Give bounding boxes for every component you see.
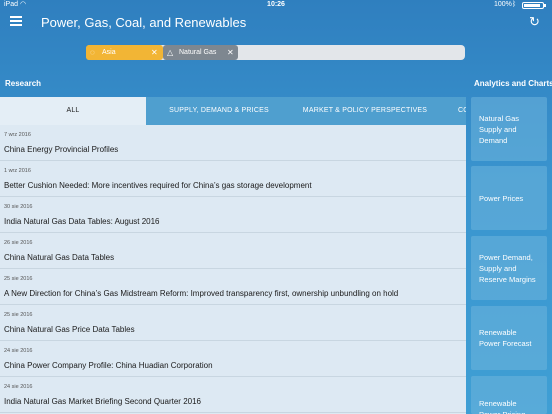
item-title: China Power Company Profile: China Huadi… <box>4 361 213 370</box>
item-title: China Energy Provincial Profiles <box>4 145 119 154</box>
list-item[interactable]: 1 wrz 2016 Better Cushion Needed: More i… <box>0 161 466 197</box>
analytics-heading: Analytics and Charts <box>474 79 552 88</box>
tab-bar: ALL SUPPLY, DEMAND & PRICES MARKET & POL… <box>0 97 466 125</box>
close-icon[interactable]: ✕ <box>151 45 158 60</box>
item-title: China Natural Gas Price Data Tables <box>4 325 135 334</box>
research-list: 7 wrz 2016 China Energy Provincial Profi… <box>0 125 466 413</box>
item-date: 7 wrz 2016 <box>4 132 31 138</box>
hamburger-menu-icon[interactable] <box>10 16 22 26</box>
item-date: 1 wrz 2016 <box>4 168 31 174</box>
list-item[interactable]: 24 sie 2016 India Natural Gas Market Bri… <box>0 377 466 413</box>
analytics-card-renewable-forecast[interactable]: Renewable Power Forecast <box>471 306 547 370</box>
filter-chip-label: Natural Gas <box>179 49 217 56</box>
status-bar: iPad ◠ 10:26 100% ᛒ <box>0 0 552 10</box>
tab-all[interactable]: ALL <box>0 97 146 125</box>
list-item[interactable]: 25 sie 2016 China Natural Gas Price Data… <box>0 305 466 341</box>
globe-icon: ◌ <box>90 48 95 57</box>
research-heading: Research <box>5 79 42 88</box>
item-date: 25 sie 2016 <box>4 276 33 282</box>
list-item[interactable]: 25 sie 2016 A New Direction for China’s … <box>0 269 466 305</box>
battery-percent: 100% <box>494 1 512 8</box>
filter-chip-natural-gas[interactable]: △ Natural Gas ✕ <box>163 45 238 60</box>
item-title: India Natural Gas Data Tables: August 20… <box>4 217 160 226</box>
list-item[interactable]: 7 wrz 2016 China Energy Provincial Profi… <box>0 125 466 161</box>
item-title: India Natural Gas Market Briefing Second… <box>4 397 201 406</box>
item-date: 26 sie 2016 <box>4 240 33 246</box>
close-icon[interactable]: ✕ <box>227 45 234 60</box>
item-date: 30 sie 2016 <box>4 204 33 210</box>
tab-supply-demand-prices[interactable]: SUPPLY, DEMAND & PRICES <box>146 97 292 125</box>
tab-co[interactable]: CO <box>438 97 466 125</box>
filter-chip-label: Asia <box>102 49 116 56</box>
list-item[interactable]: 26 sie 2016 China Natural Gas Data Table… <box>0 233 466 269</box>
refresh-icon[interactable]: ↻ <box>529 14 540 30</box>
filter-chip-asia[interactable]: ◌ Asia ✕ <box>86 45 163 60</box>
list-item[interactable]: 30 sie 2016 India Natural Gas Data Table… <box>0 197 466 233</box>
item-title: Better Cushion Needed: More incentives r… <box>4 181 312 190</box>
item-title: China Natural Gas Data Tables <box>4 253 115 262</box>
item-date: 24 sie 2016 <box>4 384 33 390</box>
analytics-card-renewable-pricing[interactable]: Renewable Power Pricing <box>471 376 547 414</box>
analytics-card-power-demand[interactable]: Power Demand, Supply and Reserve Margins <box>471 236 547 300</box>
battery-icon <box>522 2 546 9</box>
bluetooth-icon: ᛒ <box>512 1 517 8</box>
item-date: 24 sie 2016 <box>4 348 33 354</box>
item-title: A New Direction for China’s Gas Midstrea… <box>4 289 399 298</box>
analytics-card-gas-supply-demand[interactable]: Natural Gas Supply and Demand <box>471 97 547 161</box>
filter-bar[interactable]: ◌ Asia ✕ △ Natural Gas ✕ <box>86 45 465 60</box>
clock: 10:26 <box>267 1 285 8</box>
warning-icon: △ <box>167 48 174 57</box>
analytics-card-power-prices[interactable]: Power Prices <box>471 166 547 230</box>
tab-market-policy[interactable]: MARKET & POLICY PERSPECTIVES <box>292 97 438 125</box>
item-date: 25 sie 2016 <box>4 312 33 318</box>
list-item[interactable]: 24 sie 2016 China Power Company Profile:… <box>0 341 466 377</box>
page-title: Power, Gas, Coal, and Renewables <box>41 15 247 30</box>
research-panel: ALL SUPPLY, DEMAND & PRICES MARKET & POL… <box>0 97 466 414</box>
